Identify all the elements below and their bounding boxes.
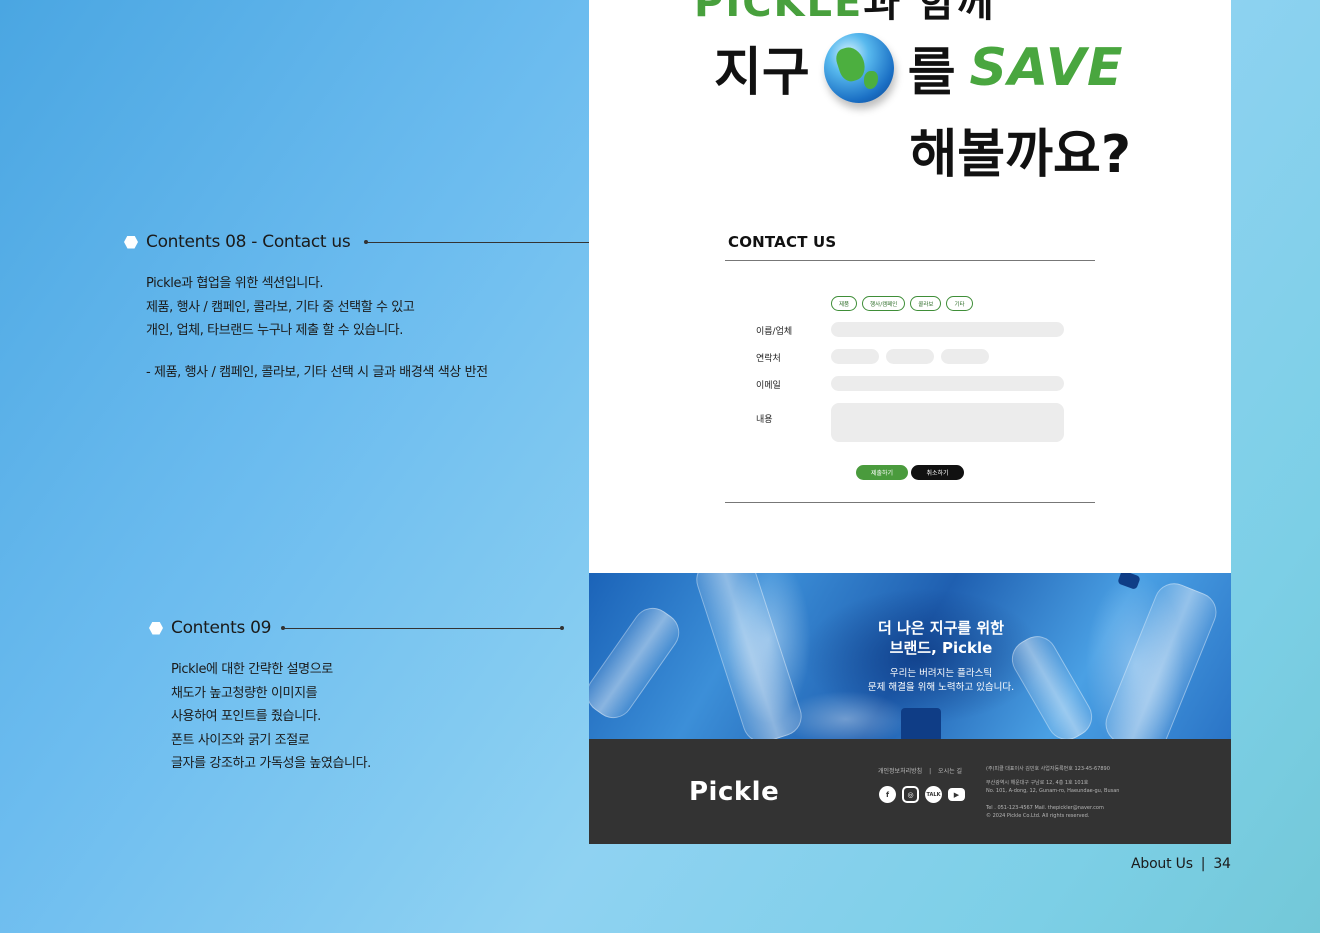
hexagon-bullet-icon: [124, 235, 138, 249]
phone-field-2[interactable]: [886, 349, 934, 364]
banner-title-line: 더 나은 지구를 위한: [877, 619, 1005, 637]
site-footer: Pickle 개인정보처리방침 | 오시는 길 f ◎ TALK ▶ (주)피클…: [589, 739, 1231, 844]
hero-heading-cut: PICKLE과 함께: [694, 0, 996, 28]
name-field[interactable]: [831, 322, 1064, 337]
copyright: © 2024 Pickle Co.Ltd. All rights reserve…: [986, 813, 1090, 819]
link-divider: |: [929, 768, 932, 775]
cancel-button[interactable]: 취소하기: [911, 465, 964, 480]
banner-title-line: 브랜드, Pickle: [889, 639, 993, 657]
website-mockup: PICKLE과 함께 지구 를 SAVE 해볼까요? CONTACT US 제품…: [589, 0, 1231, 844]
annotation-body: Pickle과 협업을 위한 섹션입니다. 제품, 행사 / 캠페인, 콜라보,…: [146, 272, 488, 384]
privacy-policy-link[interactable]: 개인정보처리방침: [878, 768, 922, 775]
company-line: (주)피클 대표이사 김민호 사업자등록번호 123-45-67890: [986, 766, 1110, 772]
annotation-line: Pickle과 협업을 위한 섹션입니다.: [146, 276, 324, 291]
hero-brand-word: PICKLE: [694, 0, 864, 26]
annotation-title: Contents 09: [171, 618, 272, 638]
annotation-contents-09: Contents 09 Pickle에 대한 간략한 설명으로 채도가 높고청량…: [149, 618, 371, 776]
hero-word-earth: 지구: [714, 43, 810, 103]
bottle-cap-image: [1117, 573, 1141, 590]
youtube-icon[interactable]: ▶: [948, 788, 965, 801]
banner-subtitle-line: 문제 해결을 위해 노력하고 있습니다.: [867, 682, 1015, 693]
annotation-title: Contents 08 - Contact us: [146, 232, 351, 252]
contact-line: Tel . 051-123-4567 Mail. thepickler@nave…: [986, 805, 1104, 811]
page-divider: |: [1200, 856, 1206, 872]
annotation-line: 사용하여 포인트를 줬습니다.: [171, 709, 321, 724]
email-field[interactable]: [831, 376, 1064, 391]
footer-links: 개인정보처리방침 | 오시는 길: [878, 766, 962, 775]
social-links: f ◎ TALK ▶: [879, 786, 965, 803]
divider: [725, 260, 1095, 261]
message-label: 내용: [756, 415, 773, 425]
category-chip-group: 제품 행사/캠페인 콜라보 기타: [831, 296, 973, 311]
hero-save-word: SAVE: [969, 37, 1124, 98]
name-label: 이름/업체: [756, 327, 793, 337]
hexagon-bullet-icon: [149, 621, 163, 635]
banner-subtitle: 우리는 버려지는 플라스틱 문제 해결을 위해 노력하고 있습니다.: [589, 667, 1231, 695]
brand-banner: 더 나은 지구를 위한 브랜드, Pickle 우리는 버려지는 플라스틱 문제…: [589, 573, 1231, 739]
submit-button[interactable]: 제출하기: [856, 465, 908, 480]
phone-field-3[interactable]: [941, 349, 989, 364]
directions-link[interactable]: 오시는 길: [938, 768, 962, 775]
banner-title: 더 나은 지구를 위한 브랜드, Pickle: [589, 618, 1231, 658]
annotation-contents-08: Contents 08 - Contact us Pickle과 협업을 위한 …: [124, 232, 488, 384]
hero-heading-line-2: 해볼까요?: [909, 125, 1131, 185]
banner-subtitle-line: 우리는 버려지는 플라스틱: [889, 668, 993, 679]
message-field[interactable]: [831, 403, 1064, 442]
globe-icon: [823, 32, 894, 103]
bottle-cap-image: [901, 708, 941, 739]
pickle-logo[interactable]: Pickle: [689, 777, 779, 807]
phone-label: 연락처: [756, 354, 781, 364]
hero-heading-line-1: 지구 를 SAVE: [714, 30, 1123, 105]
phone-field-1[interactable]: [831, 349, 879, 364]
contact-section-title: CONTACT US: [728, 233, 837, 251]
section-name: About Us: [1131, 856, 1193, 872]
annotation-line: 글자를 강조하고 가독성을 높였습니다.: [171, 756, 371, 771]
hero-particle: 를: [907, 43, 956, 103]
chip-collab[interactable]: 콜라보: [910, 296, 942, 311]
kakaotalk-icon[interactable]: TALK: [925, 786, 942, 803]
email-label: 이메일: [756, 381, 781, 391]
address-english: No. 101, A-dong, 12, Gunam-ro, Haeundae-…: [986, 788, 1120, 794]
hero-cut-text: 과 함께: [863, 0, 996, 26]
bottle-image: [1099, 577, 1223, 739]
leader-line-contents-09: [281, 626, 564, 630]
annotation-line: 폰트 사이즈와 굵기 조절로: [171, 732, 310, 748]
annotation-line: Pickle에 대한 간략한 설명으로: [171, 662, 333, 677]
page-number: 34: [1213, 856, 1231, 872]
chip-event-campaign[interactable]: 행사/캠페인: [862, 296, 906, 311]
company-info: (주)피클 대표이사 김민호 사업자등록번호 123-45-67890 부산광역…: [986, 765, 1119, 820]
chip-product[interactable]: 제품: [831, 296, 858, 311]
chip-other[interactable]: 기타: [946, 296, 973, 311]
annotation-body: Pickle에 대한 간략한 설명으로 채도가 높고청량한 이미지를 사용하여 …: [171, 658, 371, 776]
address-korean: 부산광역시 해운대구 구남로 12, 4층 1호 101호: [986, 780, 1089, 786]
facebook-icon[interactable]: f: [879, 786, 896, 803]
annotation-note: - 제품, 행사 / 캠페인, 콜라보, 기타 선택 시 글과 배경색 색상 반…: [146, 364, 488, 380]
divider: [725, 502, 1095, 503]
annotation-line: 제품, 행사 / 캠페인, 콜라보, 기타 중 선택할 수 있고: [146, 299, 415, 315]
page-number-footer: About Us | 34: [1131, 856, 1231, 872]
instagram-icon[interactable]: ◎: [902, 786, 919, 803]
annotation-line: 개인, 업체, 타브랜드 누구나 제출 할 수 있습니다.: [146, 323, 403, 338]
annotation-line: 채도가 높고청량한 이미지를: [171, 685, 318, 701]
